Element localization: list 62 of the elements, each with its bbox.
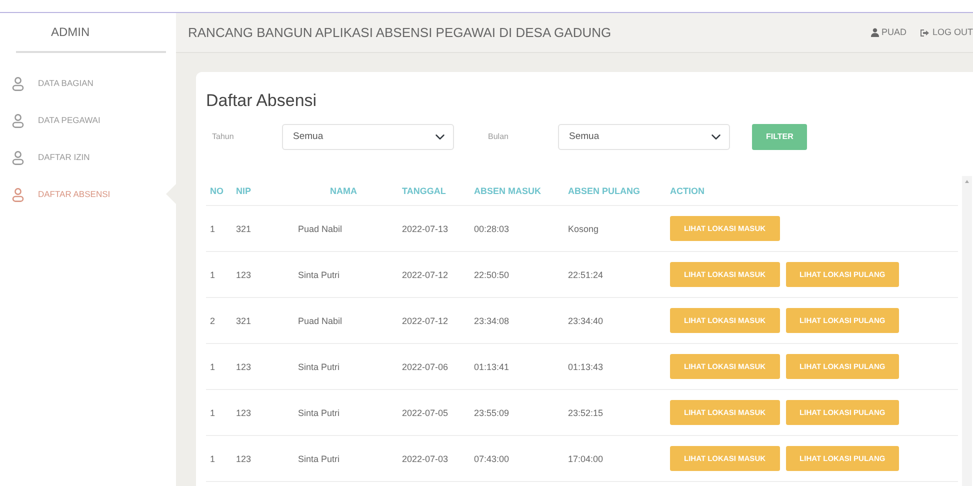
table-cell-text: 2022-07-12 bbox=[401, 314, 450, 326]
table-cell-text: 01:13:43 bbox=[567, 360, 604, 372]
person-icon bbox=[12, 188, 24, 202]
table-cell-text: 1 bbox=[209, 360, 216, 372]
column-header: ABSEN MASUK bbox=[473, 184, 542, 196]
table-cell-text: 1 bbox=[209, 406, 216, 418]
sidebar-item[interactable]: DATA BAGIAN bbox=[0, 65, 176, 102]
filter-select[interactable]: Semua bbox=[558, 124, 730, 150]
column-header: NIP bbox=[235, 184, 252, 196]
table-cell-text: 2022-07-13 bbox=[401, 222, 450, 234]
sidebar-item[interactable]: DAFTAR IZIN bbox=[0, 139, 176, 176]
table-cell-text: 23:34:08 bbox=[473, 314, 510, 326]
table-cell-text: 2 bbox=[209, 314, 216, 326]
table-cell-text: 23:55:09 bbox=[473, 406, 510, 418]
sidebar-item[interactable]: DATA PEGAWAI bbox=[0, 102, 176, 139]
table-cell-text: 1 bbox=[209, 268, 216, 280]
column-header: ACTION bbox=[669, 184, 706, 196]
sidebar-title: ADMIN bbox=[16, 13, 166, 53]
table-cell-text: 1 bbox=[209, 222, 216, 234]
table-cell-text: 321 bbox=[235, 222, 252, 234]
table-cell-text: 123 bbox=[235, 360, 252, 372]
table-cell-text: 2022-07-03 bbox=[401, 452, 450, 464]
table-cell-text: 22:50:50 bbox=[473, 268, 510, 280]
table-cell-text: Sinta Putri bbox=[297, 268, 341, 280]
person-icon bbox=[12, 150, 24, 164]
column-header: ABSEN PULANG bbox=[567, 184, 642, 196]
user-link[interactable]: PUAD bbox=[871, 26, 906, 40]
table-cell-text: Sinta Putri bbox=[297, 360, 341, 372]
column-header: TANGGAL bbox=[401, 184, 447, 196]
filter-label: Bulan bbox=[487, 131, 510, 143]
column-header: NAMA bbox=[329, 184, 358, 196]
table-cell-text: 123 bbox=[235, 406, 252, 418]
table-cell-text: Sinta Putri bbox=[297, 406, 341, 418]
person-icon bbox=[12, 114, 24, 128]
table-cell-text: 2022-07-05 bbox=[401, 406, 450, 418]
table-cell-text: 22:51:24 bbox=[567, 268, 604, 280]
table-cell-text: 23:52:15 bbox=[567, 406, 604, 418]
app-title: RANCANG BANGUN APLIKASI ABSENSI PEGAWAI DI DESA GADUNG bbox=[188, 24, 612, 42]
logout-icon bbox=[920, 28, 930, 36]
table-cell-text: 123 bbox=[235, 268, 252, 280]
table-cell-text: 321 bbox=[235, 314, 252, 326]
table-cell-text: 1 bbox=[209, 452, 216, 464]
table-cell-text: 2022-07-06 bbox=[401, 360, 450, 372]
column-header: NO bbox=[209, 184, 224, 196]
table-cell-text: 2022-07-12 bbox=[401, 268, 450, 280]
table-cell-text: Sinta Putri bbox=[297, 452, 341, 464]
filter-button[interactable]: FILTER bbox=[752, 124, 808, 150]
table-cell-text: 123 bbox=[235, 452, 252, 464]
card-title: Daftar Absensi bbox=[206, 90, 318, 112]
filter-label: Tahun bbox=[211, 131, 235, 143]
table-cell-text: Kosong bbox=[567, 222, 600, 234]
filter-select[interactable]: Semua bbox=[282, 124, 454, 150]
table-cell-text: 00:28:03 bbox=[473, 222, 510, 234]
table-cell-text: Puad Nabil bbox=[297, 222, 344, 234]
user-icon bbox=[871, 28, 880, 37]
table-cell-text: 23:34:40 bbox=[567, 314, 604, 326]
table-cell-text: 07:43:00 bbox=[473, 452, 510, 464]
table-cell-text: Puad Nabil bbox=[297, 314, 344, 326]
table-cell-text: 01:13:41 bbox=[473, 360, 510, 372]
person-icon bbox=[12, 76, 24, 90]
logout-link[interactable]: LOG OUT bbox=[920, 26, 973, 40]
table-cell-text: 17:04:00 bbox=[567, 452, 604, 464]
